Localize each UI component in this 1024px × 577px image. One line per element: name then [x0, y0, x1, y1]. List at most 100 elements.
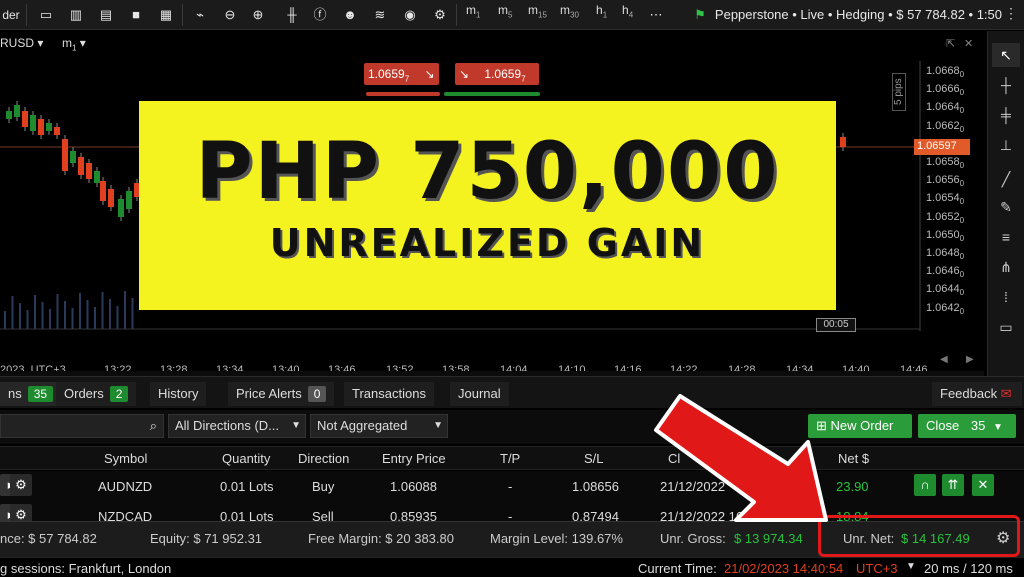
price-axis-label: 1.06580 [926, 156, 965, 171]
price-axis-label: 1.06440 [926, 283, 965, 298]
pitchfork-icon[interactable]: ⋔ [992, 255, 1020, 279]
col-direction[interactable]: Direction [298, 451, 349, 466]
fibonacci-icon[interactable]: ≡ [992, 225, 1020, 249]
scroll-left-icon[interactable]: ◀ [940, 354, 948, 365]
timeframe-sub: 5 [508, 10, 513, 20]
tab-positions[interactable]: ns 35 [0, 382, 62, 406]
zoom-out-icon[interactable]: ⊖ [218, 4, 242, 26]
direction-select[interactable]: All Directions (D... ▼ [168, 414, 306, 438]
close-all-button[interactable]: Close 35 ▼ [918, 414, 1016, 438]
zoom-in-icon[interactable]: ⊕ [246, 4, 270, 26]
chevron-down-icon: ▼ [291, 420, 301, 431]
row-settings-icon[interactable]: ⚙ [10, 474, 32, 496]
timeframe-label: h [622, 3, 629, 17]
layers-icon[interactable]: ≋ [368, 4, 392, 26]
volume-bar [64, 301, 66, 329]
trendline-icon[interactable]: ╱ [992, 167, 1020, 191]
sell-price-pipette: 7 [404, 74, 410, 84]
price-axis-label-sub: 0 [959, 215, 965, 225]
multi-chart-icon[interactable]: ▦ [154, 4, 178, 26]
margin-level: Margin Level: 139.67% [490, 531, 623, 546]
sell-button[interactable]: 1.06597 ↘ [364, 63, 439, 85]
timezone-chevron-icon[interactable]: ▼ [906, 561, 916, 572]
fibo-levels-icon[interactable]: ⁞ [992, 285, 1020, 309]
tab-count: 0 [307, 386, 327, 402]
col-tp[interactable]: T/P [500, 451, 520, 466]
close-all-count: 35 [970, 418, 986, 433]
balance: nce: $ 57 784.82 [0, 531, 97, 546]
account-menu-icon[interactable]: ⋮ [1004, 5, 1018, 22]
timeframe-m30[interactable]: m30 [560, 3, 579, 19]
settings-icon[interactable]: ⚙ [428, 4, 452, 26]
tab-transactions[interactable]: Transactions [344, 382, 434, 406]
col-sl[interactable]: S/L [584, 451, 604, 466]
volume-bar [101, 292, 104, 329]
connection-flag-icon: ⚑ [694, 7, 706, 22]
candles-icon[interactable]: ╫ [280, 4, 304, 26]
timeframe-h1[interactable]: h1 [596, 3, 607, 19]
price-axis-label-sub: 0 [959, 197, 965, 207]
volume-bar [94, 307, 96, 329]
tab-journal[interactable]: Journal [450, 382, 509, 406]
timeframe-m5[interactable]: m5 [498, 3, 512, 19]
more-icon[interactable]: ⋯ [644, 4, 668, 26]
timeframe-sub: 1 [476, 10, 481, 20]
tab-label: Price Alerts [236, 386, 302, 401]
add-indicator-icon[interactable]: ⌁ [188, 4, 212, 26]
tab-label: History [158, 386, 199, 401]
chart-monitor-icon[interactable]: ▭ [34, 4, 58, 26]
close-position-icon[interactable]: ✕ [972, 474, 994, 496]
order-button[interactable]: der [0, 4, 22, 26]
comment-icon[interactable]: ▭ [992, 315, 1020, 339]
chevron-down-icon: ▼ [433, 420, 443, 431]
price-axis-label-sub: 0 [959, 233, 965, 243]
reverse-position-icon[interactable]: ∩ [914, 474, 936, 496]
candle-countdown: 00:05 [816, 318, 856, 332]
buy-button[interactable]: ↘ 1.06597 [455, 63, 539, 85]
crosshair-icon[interactable]: ┼ [992, 73, 1020, 97]
cell-sl: 1.08656 [572, 479, 619, 494]
price-axis-label-sub: 0 [959, 270, 965, 280]
candle [30, 115, 36, 131]
tab-orders[interactable]: Orders 2 [56, 382, 137, 406]
timeframe-m15[interactable]: m15 [528, 3, 547, 19]
timeframe-h4[interactable]: h4 [622, 3, 633, 19]
col-symbol[interactable]: Symbol [104, 451, 147, 466]
timeframe-label: m [466, 3, 476, 17]
price-axis-label-sub: 0 [959, 70, 965, 80]
aggregation-select[interactable]: Not Aggregated ▼ [310, 414, 448, 438]
account-info[interactable]: Pepperstone • Live • Hedging • $ 57 784.… [715, 7, 1002, 22]
volume-bar [116, 306, 119, 329]
facebook-icon[interactable]: ⓕ [308, 4, 332, 26]
cursor-icon[interactable]: ↖ [992, 43, 1020, 67]
pen-icon[interactable]: ✎ [992, 195, 1020, 219]
timeframe-label: m [560, 3, 570, 17]
drawing-tools-panel: ↖ ┼ ╪ ⊥ ╱ ✎ ≡ ⋔ ⁞ ▭ [987, 31, 1024, 376]
search-input[interactable]: ⌕ [0, 414, 164, 438]
tab-history[interactable]: History [150, 382, 207, 406]
robot-icon[interactable]: ☻ [338, 4, 362, 26]
scroll-right-icon[interactable]: ▶ [966, 354, 974, 365]
tab-label: Orders [64, 386, 104, 401]
table-row[interactable]: ▸ ⚙ AUDNZD 0.01 Lots Buy 1.06088 - 1.086… [0, 471, 1024, 501]
tab-count: 35 [27, 386, 54, 402]
price-axis-label: 1.06620 [926, 119, 965, 134]
single-chart-icon[interactable]: ■ [124, 4, 148, 26]
col-quantity[interactable]: Quantity [222, 451, 270, 466]
timeframe-m1[interactable]: m1 [466, 3, 480, 19]
crosshair-snap-icon[interactable]: ╪ [992, 103, 1020, 127]
col-entry-price[interactable]: Entry Price [382, 451, 446, 466]
ruler-icon[interactable]: ⊥ [992, 133, 1020, 157]
volume-bar [79, 293, 81, 329]
volume-bar [41, 302, 44, 329]
feedback-button[interactable]: Feedback ✉ [932, 382, 1022, 406]
double-up-icon[interactable]: ⇈ [942, 474, 964, 496]
tab-price-alerts[interactable]: Price Alerts 0 [228, 382, 335, 406]
price-axis-label-sub: 0 [959, 88, 965, 98]
toolbar-divider [26, 4, 27, 26]
layout-icon[interactable]: ▥ [64, 4, 88, 26]
timezone[interactable]: UTC+3 [856, 561, 898, 576]
eye-icon[interactable]: ◉ [398, 4, 422, 26]
workspace-icon[interactable]: ▤ [94, 4, 118, 26]
price-axis-label-sub: 0 [959, 252, 965, 262]
